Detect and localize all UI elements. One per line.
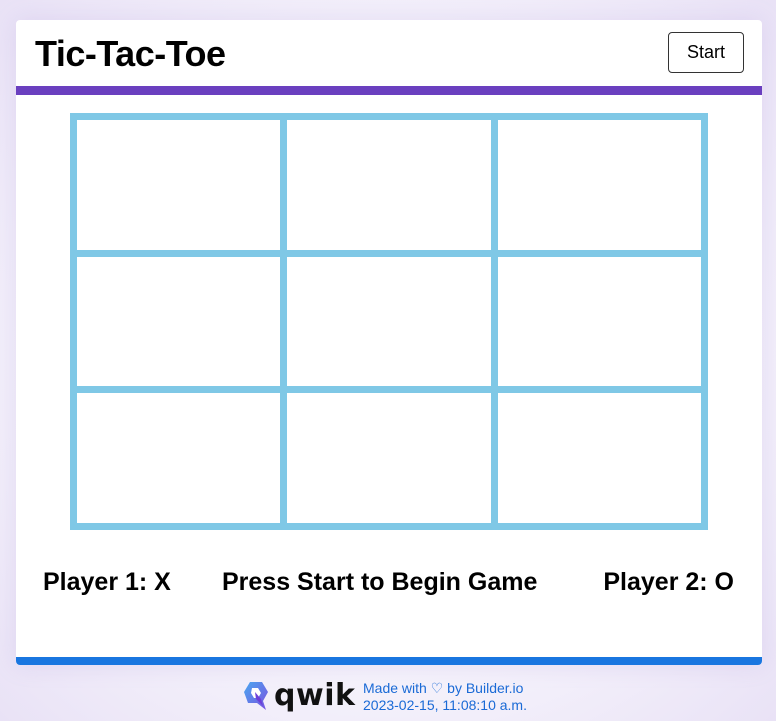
- page-title: Tic-Tac-Toe: [35, 33, 226, 74]
- builder-io-link[interactable]: Builder.io: [466, 680, 524, 696]
- board-cell-9[interactable]: [497, 393, 701, 523]
- game-status-message: Press Start to Begin Game: [222, 568, 538, 596]
- made-with-prefix: Made with: [363, 680, 427, 696]
- board-cell-5[interactable]: [287, 256, 491, 387]
- build-timestamp: 2023-02-15, 11:08:10 a.m.: [363, 697, 527, 713]
- bottom-rule: [16, 657, 762, 665]
- board-cell-4[interactable]: [77, 256, 281, 387]
- status-row: Player 1: X Press Start to Begin Game Pl…: [16, 568, 762, 598]
- board-cell-2[interactable]: [287, 120, 491, 250]
- game-board: [70, 113, 708, 530]
- player2-label: Player 2: O: [603, 568, 734, 596]
- board-cell-1[interactable]: [77, 120, 281, 250]
- heart-icon: ♡: [430, 680, 444, 696]
- made-by-word: by: [447, 680, 462, 696]
- board-cell-3[interactable]: [497, 120, 701, 250]
- made-with-line: Made with ♡ by Builder.io: [363, 680, 527, 697]
- start-button[interactable]: Start: [668, 32, 744, 73]
- board-cell-7[interactable]: [77, 393, 281, 523]
- qwik-bolt-icon: [244, 682, 268, 710]
- player1-label: Player 1: X: [43, 568, 171, 596]
- game-card: Tic-Tac-Toe Start Player 1: X Press Star…: [16, 20, 762, 665]
- qwik-wordmark: qwik: [274, 678, 356, 713]
- board-cell-8[interactable]: [287, 393, 491, 523]
- footer: qwik Made with ♡ by Builder.io 2023-02-1…: [0, 672, 776, 721]
- board-cell-6[interactable]: [497, 256, 701, 387]
- game-header: Tic-Tac-Toe Start: [16, 20, 762, 95]
- made-with-credit: Made with ♡ by Builder.io 2023-02-15, 11…: [363, 680, 527, 714]
- qwik-logo[interactable]: qwik: [243, 681, 355, 711]
